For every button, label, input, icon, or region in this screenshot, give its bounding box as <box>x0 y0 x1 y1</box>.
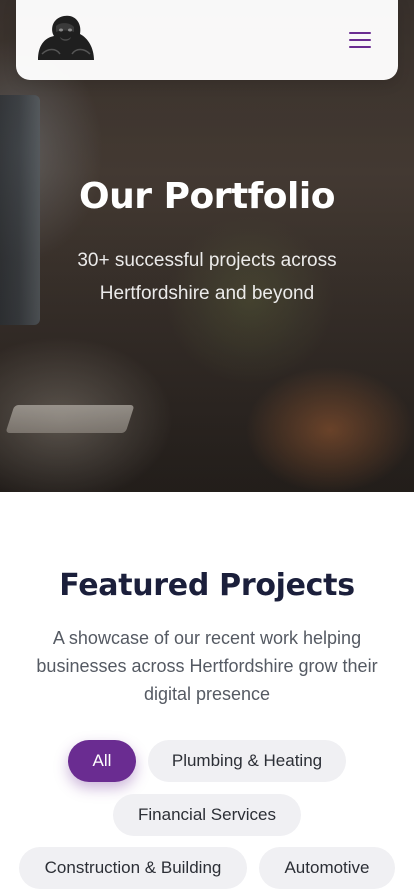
filter-financial-services-button[interactable]: Financial Services <box>113 794 301 836</box>
gorilla-logo-icon[interactable] <box>32 10 96 62</box>
hamburger-menu-icon[interactable] <box>342 24 376 56</box>
hero-title: Our Portfolio <box>79 176 335 217</box>
featured-projects-title: Featured Projects <box>59 568 355 603</box>
filter-construction-building-button[interactable]: Construction & Building <box>19 847 247 889</box>
featured-projects-description: A showcase of our recent work helping bu… <box>36 628 378 704</box>
filter-automotive-button[interactable]: Automotive <box>259 847 395 889</box>
hero-subtitle: 30+ successful projects across Hertfords… <box>77 250 337 304</box>
filter-all-button[interactable]: All <box>68 740 136 782</box>
site-header <box>16 0 398 80</box>
filter-plumbing-heating-button[interactable]: Plumbing & Heating <box>148 740 346 782</box>
page: Our Portfolio 30+ successful projects ac… <box>0 0 414 896</box>
